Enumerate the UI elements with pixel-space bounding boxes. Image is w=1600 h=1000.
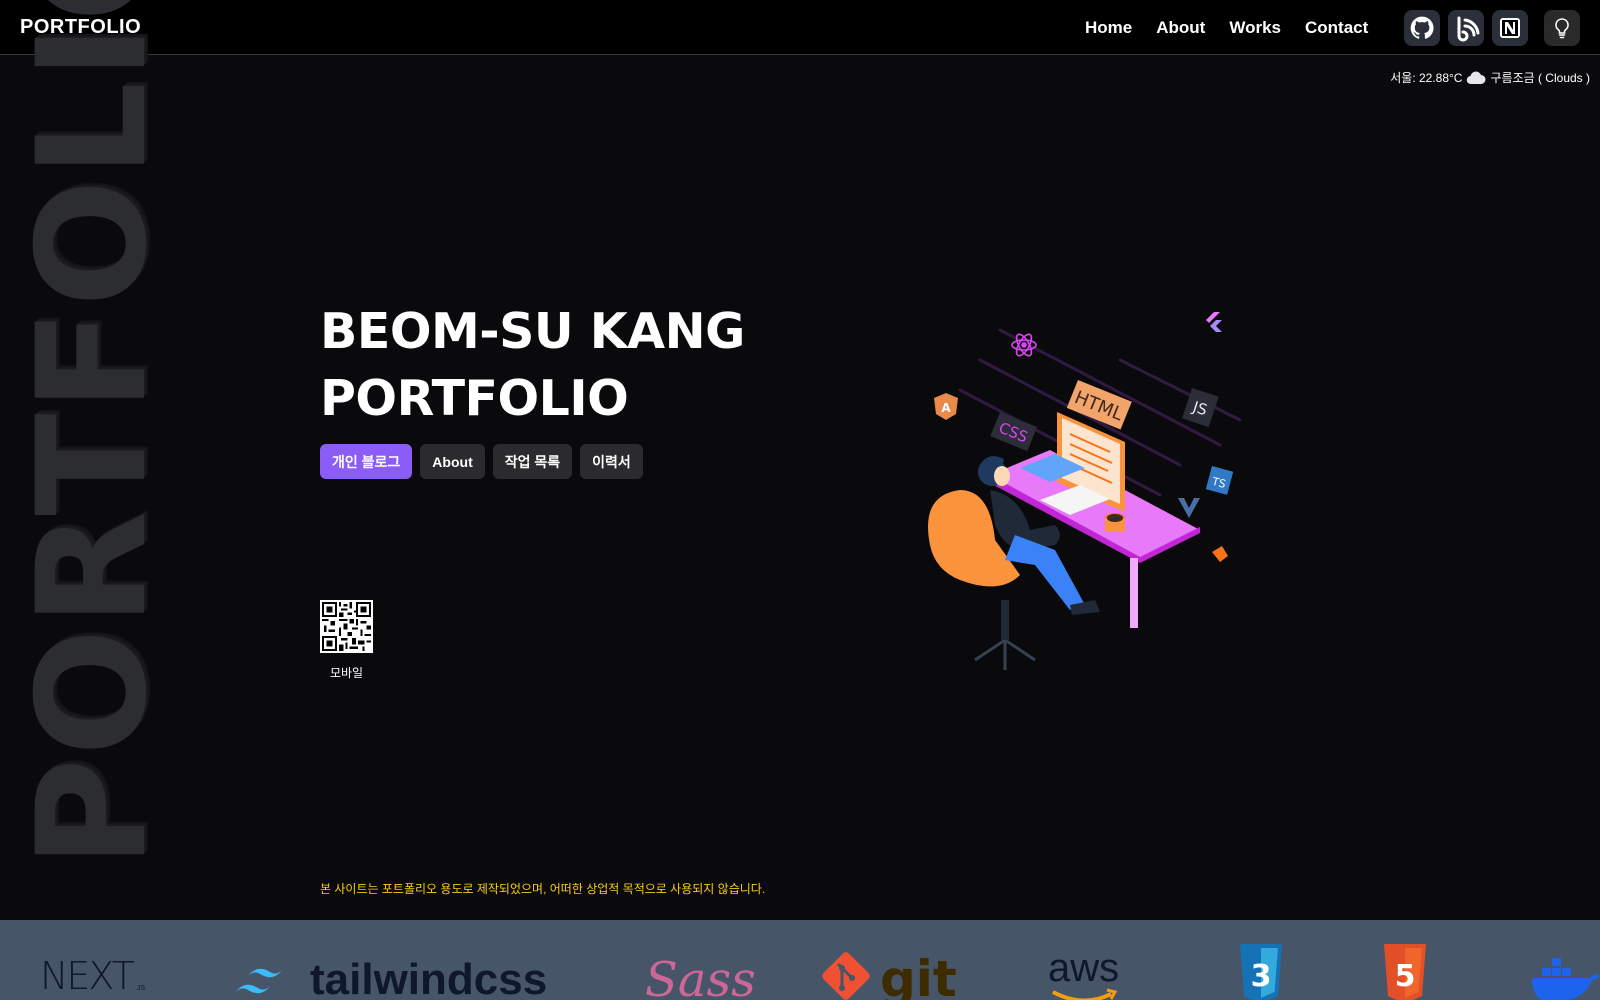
top-header: PORTFOLIO Home About Works Contact <box>0 0 1600 55</box>
html5-icon: 5 <box>1384 944 1426 1000</box>
git-logo: git <box>818 948 957 1000</box>
about-button[interactable]: About <box>420 444 485 479</box>
weather-condition: 구름조금 ( Clouds ) <box>1490 71 1590 85</box>
svg-text:5: 5 <box>1395 959 1416 994</box>
sass-logo: Sass <box>645 952 756 1000</box>
tech-stack-band: NEXT .JS tailwindcss Sass git aws 3 5 <box>0 920 1600 1000</box>
nav-contact[interactable]: Contact <box>1305 18 1368 38</box>
react-icon <box>1011 333 1037 357</box>
nextjs-logo: NEXT .JS <box>40 954 146 998</box>
qr-label: 모바일 <box>329 666 364 680</box>
blog-icon <box>1457 16 1480 42</box>
hero-subtitle: PORTFOLIO <box>320 370 629 427</box>
vue-icon <box>1178 498 1200 518</box>
svg-text:3: 3 <box>1251 959 1272 994</box>
blog-link-button[interactable]: 개인 블로그 <box>320 444 413 479</box>
docker-icon <box>1532 958 1600 1000</box>
cloud-icon <box>1467 71 1486 84</box>
lightbulb-icon <box>1555 18 1569 39</box>
notion-icon <box>1500 18 1520 38</box>
flutter-icon <box>1206 312 1222 332</box>
css3-logo: 3 <box>1236 944 1286 1000</box>
notion-button[interactable] <box>1492 10 1528 46</box>
nav-home[interactable]: Home <box>1085 18 1132 38</box>
theme-toggle-button[interactable] <box>1544 10 1580 46</box>
qr-code[interactable] <box>320 600 373 653</box>
works-list-button[interactable]: 작업 목록 <box>492 444 573 479</box>
svelte-icon <box>1212 546 1228 562</box>
amazon-smile-icon <box>1051 988 1117 1000</box>
developer-illustration: A CSS HTML JS TS <box>928 312 1242 670</box>
css3-icon: 3 <box>1240 944 1282 1000</box>
github-icon <box>1410 16 1434 39</box>
weather-widget: 서울: 22.88°C 구름조금 ( Clouds ) <box>1390 69 1590 86</box>
docker-logo <box>1528 948 1600 1000</box>
html5-logo: 5 <box>1380 944 1430 1000</box>
hero-actions: 개인 블로그 About 작업 목록 이력서 <box>320 444 643 479</box>
nav-works[interactable]: Works <box>1229 18 1281 38</box>
hero-title: BEOM-SU KANG PORTFOLIO <box>320 298 745 432</box>
aws-logo: aws <box>1048 948 1119 1000</box>
github-button[interactable] <box>1404 10 1440 46</box>
git-icon <box>822 952 870 1000</box>
blog-button[interactable] <box>1448 10 1484 46</box>
hero-name: BEOM-SU KANG <box>320 303 745 360</box>
side-portfolio-word: PORTFOLIO <box>6 0 180 868</box>
svg-text:A: A <box>941 401 951 415</box>
disclaimer-notice: 본 사이트는 포트폴리오 용도로 제작되었으며, 어떠한 상업적 목적으로 사용… <box>320 882 766 896</box>
main-nav: Home About Works Contact <box>1085 18 1368 38</box>
social-links <box>1404 10 1528 46</box>
angular-icon: A <box>934 393 958 420</box>
nav-about[interactable]: About <box>1156 18 1205 38</box>
tailwind-icon <box>236 968 282 994</box>
resume-button[interactable]: 이력서 <box>580 444 643 479</box>
tailwind-logo: tailwindcss <box>230 958 547 1000</box>
weather-temp: 서울: 22.88°C <box>1390 71 1463 85</box>
